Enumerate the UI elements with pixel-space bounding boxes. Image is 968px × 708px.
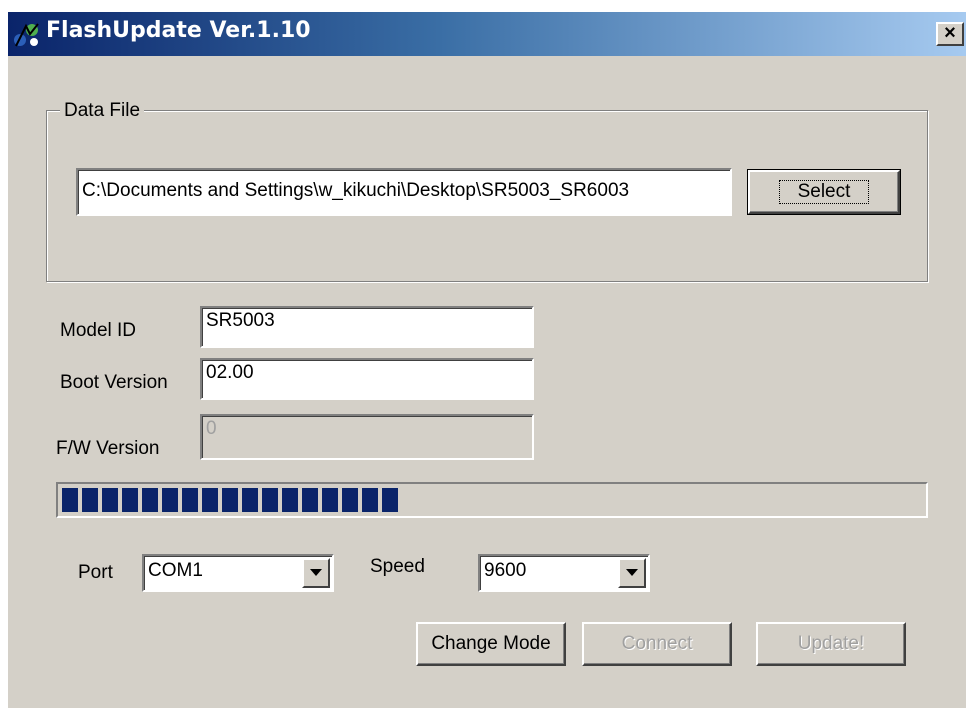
speed-select[interactable]: 9600 — [478, 554, 650, 592]
update-button[interactable]: Update! — [756, 622, 906, 666]
chevron-down-icon[interactable] — [618, 558, 646, 588]
boot-version-field[interactable]: 02.00 — [200, 358, 534, 400]
chevron-down-icon[interactable] — [302, 558, 330, 588]
progress-fill — [62, 488, 398, 512]
progress-segment — [322, 488, 338, 512]
port-value: COM1 — [148, 560, 203, 581]
select-button-label: Select — [778, 180, 870, 204]
close-button[interactable]: × — [936, 22, 964, 46]
progress-segment — [102, 488, 118, 512]
close-icon: × — [944, 22, 956, 44]
progress-segment — [122, 488, 138, 512]
fw-version-field: 0 — [200, 414, 534, 460]
select-button[interactable]: Select — [747, 169, 901, 215]
progress-segment — [242, 488, 258, 512]
progress-segment — [82, 488, 98, 512]
progress-segment — [282, 488, 298, 512]
progress-segment — [202, 488, 218, 512]
model-id-field[interactable]: SR5003 — [200, 306, 534, 348]
progress-segment — [382, 488, 398, 512]
speed-value: 9600 — [484, 560, 527, 581]
fw-version-label: F/W Version — [56, 438, 160, 459]
progress-segment — [342, 488, 358, 512]
progress-segment — [362, 488, 378, 512]
progress-segment — [62, 488, 78, 512]
flash-update-app-icon — [12, 20, 42, 48]
title-bar[interactable]: FlashUpdate Ver.1.10 × — [8, 12, 966, 56]
data-file-group-label: Data File — [60, 100, 145, 122]
progress-segment — [182, 488, 198, 512]
boot-version-label: Boot Version — [60, 372, 168, 393]
port-label: Port — [78, 562, 113, 583]
port-select[interactable]: COM1 — [142, 554, 334, 592]
update-progress-bar — [56, 482, 928, 518]
connect-button[interactable]: Connect — [582, 622, 732, 666]
progress-segment — [302, 488, 318, 512]
progress-segment — [222, 488, 238, 512]
data-file-path-input[interactable]: C:\Documents and Settings\w_kikuchi\Desk… — [76, 168, 732, 216]
change-mode-button[interactable]: Change Mode — [416, 622, 566, 666]
speed-label: Speed — [370, 556, 425, 577]
window-title: FlashUpdate Ver.1.10 — [46, 18, 311, 43]
progress-segment — [142, 488, 158, 512]
model-id-label: Model ID — [60, 320, 137, 341]
progress-segment — [162, 488, 178, 512]
progress-segment — [262, 488, 278, 512]
